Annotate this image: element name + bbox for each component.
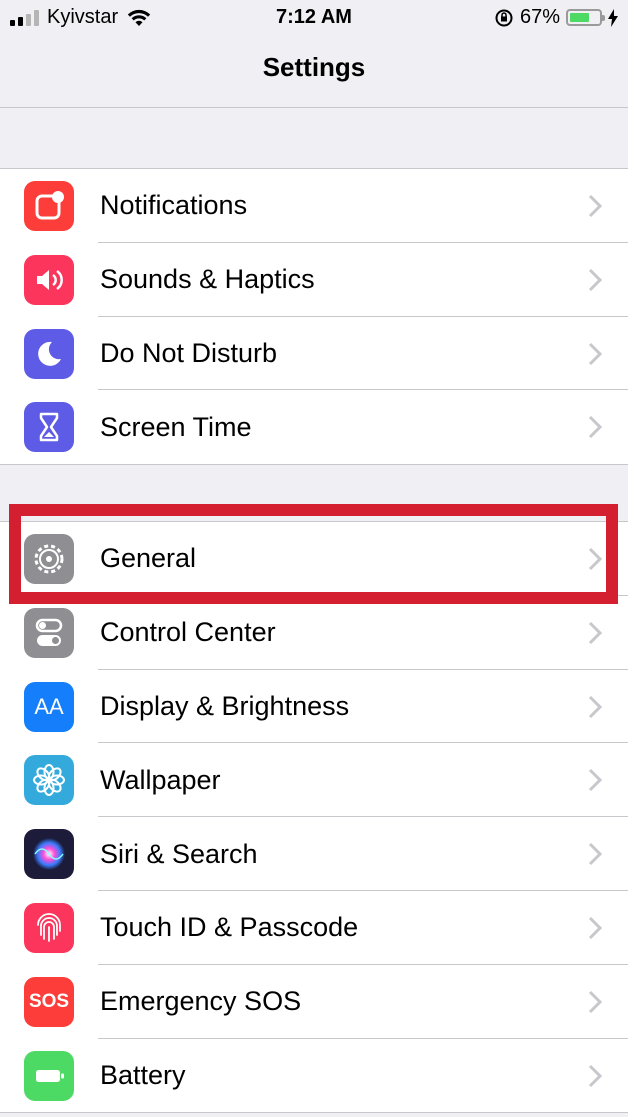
chevron-right-icon — [588, 268, 602, 291]
chevron-right-icon — [588, 1064, 602, 1087]
settings-row-touch-id-passcode[interactable]: Touch ID & Passcode — [0, 891, 628, 965]
text-size-glyph: AA — [34, 693, 64, 719]
chevron-right-icon — [588, 916, 602, 940]
settings-row-notifications[interactable]: Notifications — [0, 169, 628, 243]
page-title: Settings — [262, 52, 366, 82]
settings-group-1: Notifications Sounds & Haptics Do Not Di… — [0, 168, 628, 466]
row-label: Control Center — [100, 617, 276, 648]
row-label: Display & Brightness — [100, 690, 350, 721]
chevron-right-icon — [588, 194, 602, 218]
sos-glyph: SOS — [28, 990, 70, 1012]
settings-group-2: General Control Center AA Display & Brig… — [0, 521, 628, 1114]
hourglass-icon — [24, 402, 74, 453]
chevron-right-icon — [588, 769, 602, 792]
sos-icon: SOS — [24, 976, 74, 1027]
row-label: Emergency SOS — [100, 986, 302, 1017]
row-label: Sounds & Haptics — [100, 264, 315, 295]
settings-row-emergency-sos[interactable]: SOS Emergency SOS — [0, 965, 628, 1039]
nav-divider — [0, 107, 628, 108]
chevron-right-icon — [588, 547, 602, 571]
fingerprint-icon — [24, 902, 74, 953]
moon-icon — [24, 328, 74, 379]
text-size-icon: AA — [24, 681, 74, 732]
settings-row-general[interactable]: General — [0, 522, 628, 596]
settings-row-control-center[interactable]: Control Center — [0, 596, 628, 670]
chevron-right-icon — [588, 416, 602, 439]
chevron-right-icon — [588, 342, 602, 365]
settings-row-wallpaper[interactable]: Wallpaper — [0, 743, 628, 818]
battery-percent: 67% — [519, 6, 560, 28]
notifications-icon — [24, 181, 74, 231]
row-label: Battery — [100, 1059, 186, 1090]
battery-level-icon — [566, 9, 605, 26]
speaker-icon — [24, 254, 74, 305]
settings-row-do-not-disturb[interactable]: Do Not Disturb — [0, 317, 628, 391]
status-right: 67% — [494, 6, 618, 29]
status-bar: Kyivstar 7:12 AM 67% — [0, 0, 628, 36]
row-label: Touch ID & Passcode — [100, 912, 359, 943]
row-label: General — [100, 543, 197, 574]
chevron-right-icon — [588, 843, 602, 866]
chevron-right-icon — [588, 990, 602, 1013]
settings-row-screen-time[interactable]: Screen Time — [0, 390, 628, 464]
chevron-right-icon — [588, 695, 602, 718]
battery-icon — [24, 1050, 74, 1101]
settings-row-battery[interactable]: Battery — [0, 1039, 628, 1113]
siri-icon — [24, 829, 74, 880]
settings-row-sounds-haptics[interactable]: Sounds & Haptics — [0, 243, 628, 317]
row-label: Notifications — [100, 190, 248, 221]
row-label: Do Not Disturb — [100, 337, 278, 368]
flower-icon — [24, 755, 74, 806]
settings-row-display-brightness[interactable]: AA Display & Brightness — [0, 670, 628, 744]
row-label: Screen Time — [100, 411, 252, 442]
toggles-icon — [24, 607, 74, 658]
settings-row-siri-search[interactable]: Siri & Search — [0, 817, 628, 891]
row-label: Wallpaper — [100, 764, 221, 795]
chevron-right-icon — [588, 621, 602, 644]
orientation-lock-icon — [495, 9, 513, 26]
row-label: Siri & Search — [100, 838, 258, 869]
charging-bolt-icon — [608, 8, 618, 27]
gear-icon — [24, 534, 74, 584]
